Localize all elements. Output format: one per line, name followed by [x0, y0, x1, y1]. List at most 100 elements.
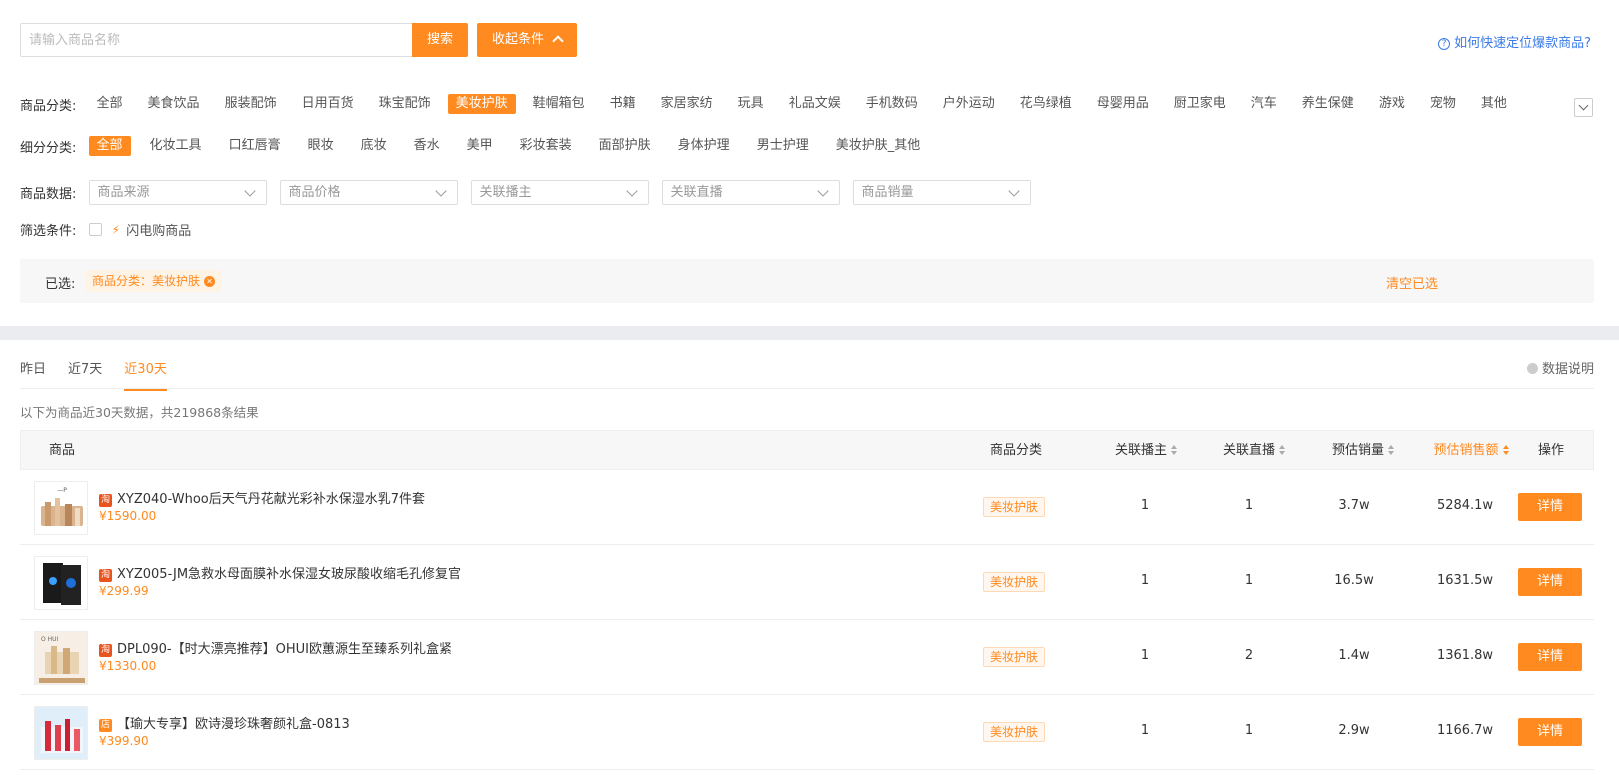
subcategory-chip[interactable]: 底妆: [353, 136, 395, 156]
category-chip[interactable]: 厨卫家电: [1166, 94, 1234, 114]
category-tag: 美妆护肤: [983, 497, 1045, 517]
flash-checkbox[interactable]: [88, 223, 102, 236]
category-chip[interactable]: 游戏: [1371, 94, 1413, 114]
category-chip[interactable]: 日用百货: [294, 94, 362, 114]
est-revenue: 1361.8w: [1436, 648, 1494, 663]
collapse-label: 收起条件: [491, 32, 544, 47]
detail-button[interactable]: 详情: [1518, 643, 1582, 671]
category-tag: 美妆护肤: [983, 647, 1045, 667]
subcategory-chip[interactable]: 眼妆: [300, 136, 342, 156]
collapse-conditions-button[interactable]: 收起条件: [477, 23, 577, 57]
product-name[interactable]: 淘 DPL090-【时大漂亮推荐】OHUI欧蕙源生至臻系列礼盒紧: [99, 638, 452, 658]
selected-bar: 已选: 商品分类：美妆护肤 ✕ 清空已选: [20, 259, 1594, 303]
hosts-count: 1: [1140, 573, 1150, 588]
subcategory-chip[interactable]: 全部: [88, 136, 131, 156]
tab[interactable]: 近7天: [68, 358, 102, 389]
category-tag: 美妆护肤: [983, 722, 1045, 742]
th-est-sales[interactable]: 预估销量: [1308, 431, 1418, 471]
product-thumbnail[interactable]: [34, 706, 88, 760]
search-button[interactable]: 搜索: [412, 23, 468, 57]
tabs-divider: [20, 388, 1594, 389]
product-name[interactable]: 淘 XYZ040-Whoo后天气丹花献光彩补水保湿水乳7件套: [99, 488, 425, 508]
help-link-text: 如何快速定位爆款商品?: [1454, 36, 1591, 51]
filter-select[interactable]: 商品来源: [88, 180, 267, 205]
filter-select[interactable]: 关联直播: [661, 180, 840, 205]
clear-selected-link[interactable]: 清空已选: [1386, 273, 1438, 292]
category-chip[interactable]: 鞋帽箱包: [525, 94, 593, 114]
est-sales: 16.5w: [1334, 573, 1374, 588]
table-row: —P 淘 XYZ040-Whoo后天气丹花献光彩补水保湿水乳7件套 ¥1590.00 美…: [20, 470, 1594, 545]
product-price: ¥1590.00: [99, 509, 157, 523]
filter-select[interactable]: 商品价格: [279, 180, 458, 205]
category-chip[interactable]: 家居家纺: [653, 94, 721, 114]
category-chip[interactable]: 宠物: [1422, 94, 1464, 114]
th-est-sales-label: 预估销量: [1331, 443, 1384, 458]
detail-button[interactable]: 详情: [1518, 718, 1582, 746]
product-price: ¥399.90: [99, 734, 149, 748]
th-action: 操作: [1537, 443, 1564, 458]
subcategory-chip[interactable]: 香水: [406, 136, 448, 156]
subcategory-chip[interactable]: 口红唇膏: [221, 136, 289, 156]
filter-select[interactable]: 关联播主: [470, 180, 649, 205]
subcategory-chip[interactable]: 男士护理: [749, 136, 817, 156]
subcategory-chip[interactable]: 美妆护肤_其他: [828, 136, 929, 156]
product-price: ¥299.99: [99, 584, 149, 598]
platform-icon: 淘: [99, 494, 112, 507]
selected-tag-text: 商品分类：美妆护肤: [92, 274, 201, 288]
data-label: 商品数据:: [20, 187, 77, 202]
category-chip[interactable]: 礼品文娱: [781, 94, 849, 114]
est-revenue: 1166.7w: [1436, 723, 1494, 738]
category-chip[interactable]: 全部: [89, 94, 131, 114]
category-chip[interactable]: 养生保健: [1294, 94, 1362, 114]
detail-button[interactable]: 详情: [1518, 493, 1582, 521]
data-note-link[interactable]: 数据说明: [1526, 358, 1594, 377]
category-chip[interactable]: 汽车: [1243, 94, 1285, 114]
product-name[interactable]: 淘 XYZ005-JM急救水母面膜补水保湿女玻尿酸收缩毛孔修复官: [99, 563, 461, 583]
search-input[interactable]: [20, 23, 413, 57]
filter-select[interactable]: 商品销量: [852, 180, 1031, 205]
subcategory-chip[interactable]: 美甲: [459, 136, 501, 156]
th-lives[interactable]: 关联直播: [1199, 431, 1309, 471]
th-hosts[interactable]: 关联播主: [1091, 431, 1201, 471]
tab[interactable]: 近30天: [124, 358, 167, 391]
category-chip[interactable]: 珠宝配饰: [371, 94, 439, 114]
hosts-count: 1: [1140, 648, 1150, 663]
subcategory-chip[interactable]: 彩妆套装: [512, 136, 580, 156]
tab[interactable]: 昨日: [20, 358, 46, 389]
selected-tag: 商品分类：美妆护肤 ✕: [86, 270, 222, 292]
platform-icon: 店: [99, 719, 112, 732]
category-tag: 美妆护肤: [983, 572, 1045, 592]
detail-button[interactable]: 详情: [1518, 568, 1582, 596]
est-sales: 2.9w: [1338, 723, 1370, 738]
platform-icon: 淘: [99, 569, 112, 582]
lives-count: 1: [1244, 498, 1254, 513]
category-chip[interactable]: 美食饮品: [140, 94, 208, 114]
result-summary: 以下为商品近30天数据，共219868条结果: [20, 405, 259, 420]
category-chip[interactable]: 美妆护肤: [447, 94, 516, 114]
filter-panel: 搜索 收起条件 ?如何快速定位爆款商品? 商品分类: 全部美食饮品服装配饰日用百…: [0, 0, 1619, 326]
remove-tag-icon[interactable]: ✕: [204, 276, 216, 287]
subcategory-chip[interactable]: 化妆工具: [142, 136, 210, 156]
category-chip[interactable]: 其他: [1473, 94, 1515, 114]
table-body: —P 淘 XYZ040-Whoo后天气丹花献光彩补水保湿水乳7件套 ¥1590.00 美…: [20, 470, 1594, 770]
est-sales: 3.7w: [1338, 498, 1370, 513]
category-chip[interactable]: 母婴用品: [1089, 94, 1157, 114]
product-name[interactable]: 店【瑜大专享】欧诗漫珍珠奢颜礼盒-0813: [99, 713, 350, 733]
lightning-icon: ⚡: [111, 222, 121, 237]
product-thumbnail[interactable]: —P: [34, 481, 88, 535]
category-chip[interactable]: 服装配饰: [217, 94, 285, 114]
category-chip[interactable]: 书籍: [602, 94, 644, 114]
hosts-count: 1: [1140, 498, 1150, 513]
subcategory-chip[interactable]: 面部护肤: [591, 136, 659, 156]
condition-row: 筛选条件: ⚡ 闪电购商品: [20, 220, 191, 240]
product-thumbnail[interactable]: [34, 556, 88, 610]
category-chip[interactable]: 玩具: [730, 94, 772, 114]
expand-categories-button[interactable]: [1574, 98, 1593, 117]
product-thumbnail[interactable]: O HUI: [34, 631, 88, 685]
help-link[interactable]: ? 如何快速定位爆款商品?: [1438, 32, 1591, 51]
th-hosts-label: 关联播主: [1114, 443, 1167, 458]
subcategory-chip[interactable]: 身体护理: [670, 136, 738, 156]
category-chip[interactable]: 户外运动: [935, 94, 1003, 114]
category-chip[interactable]: 花鸟绿植: [1012, 94, 1080, 114]
category-chip[interactable]: 手机数码: [858, 94, 926, 114]
